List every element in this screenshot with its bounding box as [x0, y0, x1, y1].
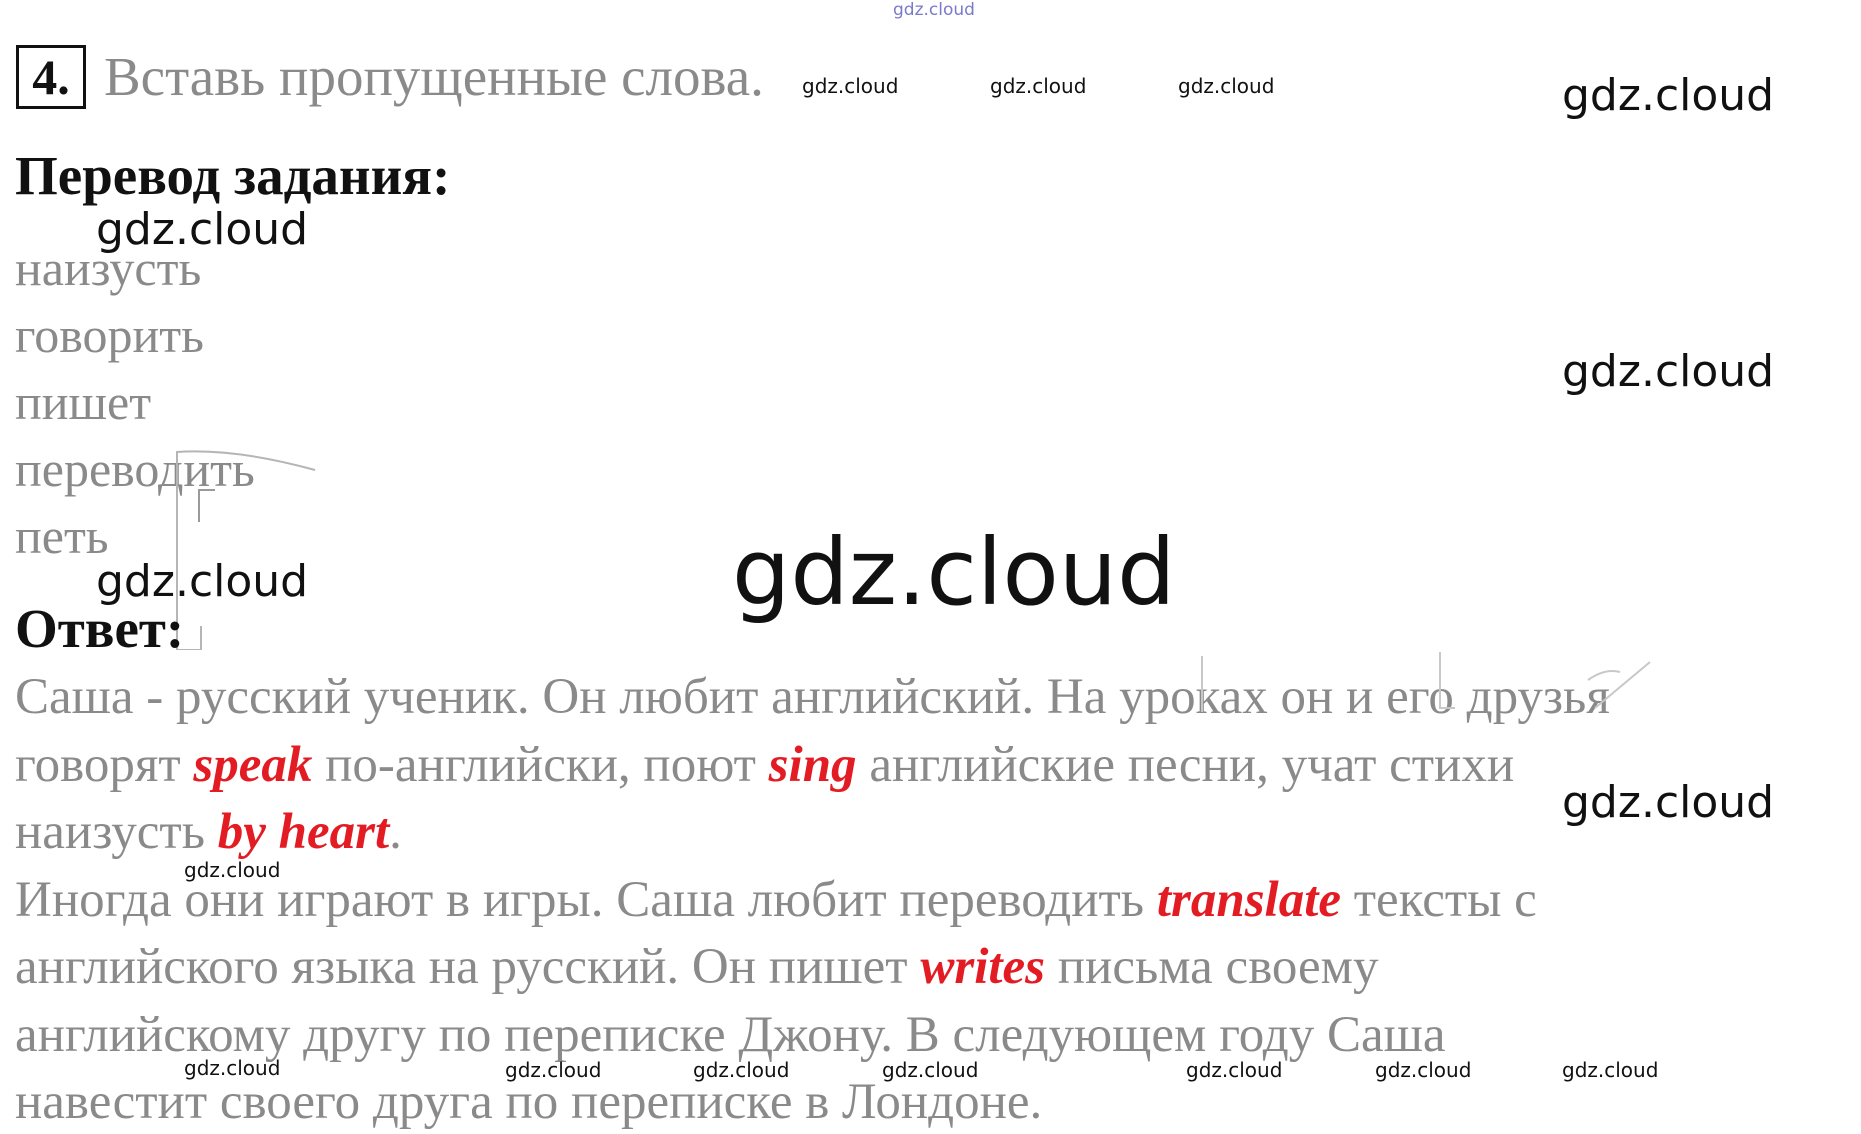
answer-text: наизусть — [15, 804, 218, 860]
answer-text: тексты с — [1341, 872, 1537, 928]
answer-text: письма своему — [1045, 939, 1379, 995]
answer-line: Саша - русский ученик. Он любит английск… — [15, 665, 1610, 729]
watermark: gdz.cloud — [1375, 1058, 1472, 1082]
watermark-large: gdz.cloud — [732, 519, 1176, 626]
answer-text: навестит своего друга по переписке в Лон… — [15, 1074, 1043, 1130]
watermark: gdz.cloud — [1562, 777, 1775, 828]
watermark-top: gdz.cloud — [893, 0, 975, 20]
watermark: gdz.cloud — [1186, 1058, 1283, 1082]
watermark: gdz.cloud — [1562, 1058, 1659, 1082]
answer-word: translate — [1156, 872, 1342, 928]
translation-heading: Перевод задания: — [15, 145, 451, 206]
watermark: gdz.cloud — [96, 204, 309, 255]
watermark: gdz.cloud — [882, 1058, 979, 1082]
watermark: gdz.cloud — [1178, 74, 1275, 98]
watermark: gdz.cloud — [802, 74, 899, 98]
task-number: 4. — [16, 45, 86, 109]
watermark: gdz.cloud — [184, 1056, 281, 1080]
watermark: gdz.cloud — [990, 74, 1087, 98]
answer-word: sing — [768, 737, 857, 793]
translation-word: петь — [15, 508, 109, 564]
answer-text: английского языка на русский. Он пишет — [15, 939, 921, 995]
answer-line: английского языка на русский. Он пишет w… — [15, 935, 1378, 999]
answer-text: . — [389, 804, 402, 860]
answer-word: speak — [193, 737, 313, 793]
watermark: gdz.cloud — [1562, 70, 1775, 121]
task-title: Вставь пропущенные слова. — [104, 46, 764, 107]
translation-word: переводить — [15, 441, 255, 497]
answer-text: говорят — [15, 737, 194, 793]
answer-text: английскому другу по переписке Джону. В … — [15, 1007, 1446, 1063]
answer-text: по-английски, поют — [312, 737, 769, 793]
translation-word: пишет — [15, 374, 152, 430]
watermark: gdz.cloud — [693, 1058, 790, 1082]
watermark: gdz.cloud — [1562, 346, 1775, 397]
watermark: gdz.cloud — [505, 1058, 602, 1082]
answer-text: Саша - русский ученик. Он любит английск… — [15, 669, 1610, 725]
watermark: gdz.cloud — [184, 858, 281, 882]
translation-word: говорить — [15, 307, 204, 363]
answer-text: английские песни, учат стихи — [856, 737, 1515, 793]
answer-word: writes — [920, 939, 1046, 995]
answer-line: говорят speak по-английски, поют sing ан… — [15, 733, 1514, 797]
answer-line: наизусть by heart. — [15, 800, 402, 864]
answer-word: by heart — [217, 804, 390, 860]
watermark: gdz.cloud — [96, 556, 309, 607]
